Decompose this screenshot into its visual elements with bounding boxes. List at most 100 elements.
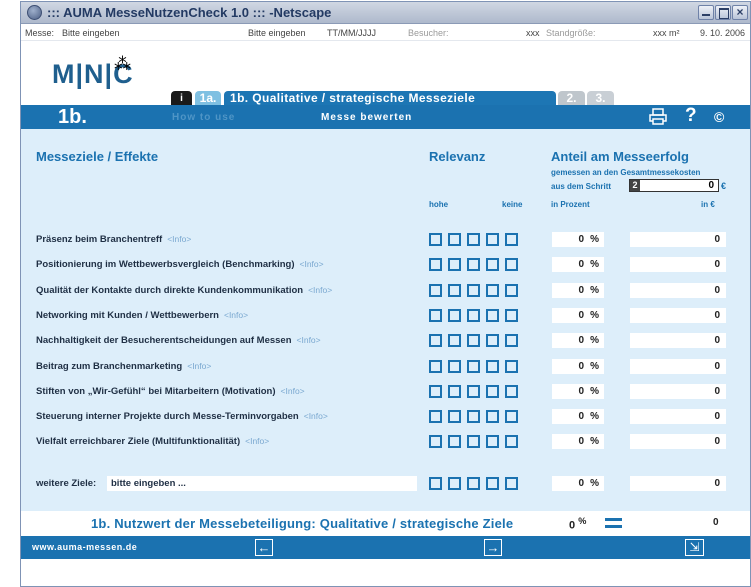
relevance-checkbox[interactable] [505, 309, 518, 322]
minimize-button[interactable] [698, 5, 714, 20]
printer-icon[interactable] [649, 108, 667, 125]
relevance-checkbox[interactable] [505, 284, 518, 297]
relevance-checkbox[interactable] [429, 385, 442, 398]
tab-2[interactable]: 2. [558, 91, 585, 106]
more-goals-input[interactable]: bitte eingeben ... [107, 476, 417, 491]
info-link[interactable]: <Info> [245, 436, 269, 446]
relevance-checkbox[interactable] [448, 334, 461, 347]
percent-field[interactable]: 0% [552, 257, 604, 272]
relevance-checkbox[interactable] [429, 233, 442, 246]
relevance-checkbox[interactable] [505, 410, 518, 423]
euro-field[interactable]: 0 [630, 257, 726, 272]
relevance-checkbox[interactable] [505, 334, 518, 347]
date-format-field[interactable]: TT/MM/JJJJ [327, 28, 376, 38]
how-to-use-link[interactable]: How to use [172, 112, 235, 123]
info-link[interactable]: <Info> [281, 386, 305, 396]
relevance-checkbox[interactable] [429, 334, 442, 347]
tab-info[interactable]: i [171, 91, 192, 106]
relevance-checkbox[interactable] [429, 477, 442, 490]
info-link[interactable]: <Info> [304, 411, 328, 421]
tab-1a[interactable]: 1a. [195, 91, 221, 106]
percent-field[interactable]: 0% [552, 308, 604, 323]
percent-field[interactable]: 0% [552, 384, 604, 399]
percent-field[interactable]: 0% [552, 232, 604, 247]
euro-field[interactable]: 0 [630, 232, 726, 247]
percent-field[interactable]: 0 % [552, 476, 604, 491]
euro-field[interactable]: 0 [630, 333, 726, 348]
relevance-checkbox[interactable] [505, 258, 518, 271]
percent-field[interactable]: 0% [552, 409, 604, 424]
tab-3[interactable]: 3. [587, 91, 614, 106]
relevance-checkbox[interactable] [467, 360, 480, 373]
relevance-checkbox[interactable] [486, 309, 499, 322]
percent-field[interactable]: 0% [552, 359, 604, 374]
relevance-checkbox[interactable] [467, 233, 480, 246]
messe-bewerten-link[interactable]: Messe bewerten [321, 112, 412, 123]
relevance-checkbox[interactable] [505, 360, 518, 373]
relevance-checkbox[interactable] [429, 258, 442, 271]
euro-field[interactable]: 0 [630, 434, 726, 449]
relevance-checkbox[interactable] [486, 360, 499, 373]
relevance-checkbox[interactable] [448, 360, 461, 373]
relevance-checkbox[interactable] [429, 435, 442, 448]
euro-field[interactable]: 0 [630, 359, 726, 374]
info-link[interactable]: <Info> [308, 285, 332, 295]
percent-field[interactable]: 0% [552, 434, 604, 449]
info-link[interactable]: <Info> [167, 234, 191, 244]
copyright-icon[interactable]: © [714, 109, 724, 125]
next-arrow-icon[interactable]: → [484, 539, 502, 556]
info-link[interactable]: <Info> [300, 259, 324, 269]
relevance-checkbox[interactable] [486, 477, 499, 490]
relevance-checkbox[interactable] [448, 284, 461, 297]
relevance-checkbox[interactable] [486, 435, 499, 448]
relevance-checkbox[interactable] [486, 334, 499, 347]
relevance-checkbox[interactable] [448, 410, 461, 423]
relevance-checkbox[interactable] [505, 385, 518, 398]
relevance-checkbox[interactable] [486, 385, 499, 398]
relevance-checkbox[interactable] [448, 435, 461, 448]
messe-field-2[interactable]: Bitte eingeben [248, 28, 306, 38]
info-link[interactable]: <Info> [297, 335, 321, 345]
relevance-checkbox[interactable] [505, 233, 518, 246]
relevance-checkbox[interactable] [467, 284, 480, 297]
maximize-button[interactable] [715, 5, 731, 20]
relevance-checkbox[interactable] [429, 360, 442, 373]
relevance-checkbox[interactable] [467, 258, 480, 271]
percent-field[interactable]: 0% [552, 333, 604, 348]
euro-field[interactable]: 0 [630, 308, 726, 323]
exit-icon[interactable]: ⇲ [685, 539, 704, 556]
relevance-checkbox[interactable] [467, 385, 480, 398]
euro-field[interactable]: 0 [630, 409, 726, 424]
relevance-checkbox[interactable] [467, 309, 480, 322]
euro-field[interactable]: 0 [630, 476, 726, 491]
messe-field[interactable]: Bitte eingeben [62, 28, 120, 38]
relevance-checkbox[interactable] [448, 258, 461, 271]
euro-field[interactable]: 0 [630, 283, 726, 298]
relevance-checkbox[interactable] [467, 435, 480, 448]
back-arrow-icon[interactable]: ← [255, 539, 273, 556]
percent-field[interactable]: 0% [552, 283, 604, 298]
auma-link[interactable]: www.auma-messen.de [32, 542, 137, 552]
standgroesse-field[interactable]: xxx m² [653, 28, 680, 38]
euro-field[interactable]: 0 [630, 384, 726, 399]
relevance-checkbox[interactable] [448, 385, 461, 398]
info-link[interactable]: <Info> [187, 361, 211, 371]
relevance-checkbox[interactable] [429, 309, 442, 322]
relevance-checkbox[interactable] [448, 309, 461, 322]
relevance-checkbox[interactable] [505, 477, 518, 490]
relevance-checkbox[interactable] [429, 410, 442, 423]
total-cost-field[interactable]: 2 0 [629, 179, 719, 192]
help-icon[interactable]: ? [685, 105, 697, 127]
relevance-checkbox[interactable] [467, 334, 480, 347]
besucher-field[interactable]: xxx [526, 28, 540, 38]
relevance-checkbox[interactable] [467, 410, 480, 423]
relevance-checkbox[interactable] [448, 233, 461, 246]
relevance-checkbox[interactable] [486, 284, 499, 297]
relevance-checkbox[interactable] [486, 410, 499, 423]
tab-1b-active[interactable]: 1b. Qualitative / strategische Messeziel… [224, 91, 556, 106]
relevance-checkbox[interactable] [505, 435, 518, 448]
relevance-checkbox[interactable] [486, 233, 499, 246]
relevance-checkbox[interactable] [467, 477, 480, 490]
relevance-checkbox[interactable] [448, 477, 461, 490]
info-link[interactable]: <Info> [224, 310, 248, 320]
